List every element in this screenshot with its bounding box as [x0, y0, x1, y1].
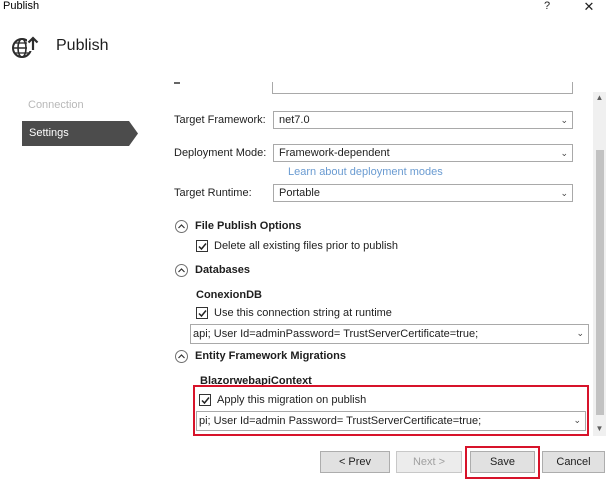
cancel-button[interactable]: Cancel: [542, 451, 605, 473]
apply-migration-label: Apply this migration on publish: [217, 394, 367, 406]
use-connection-string-label: Use this connection string at runtime: [214, 307, 392, 319]
target-framework-select[interactable]: net7.0 ⌄: [273, 111, 573, 129]
deployment-mode-select[interactable]: Framework-dependent ⌄: [273, 144, 573, 162]
learn-deployment-modes-link[interactable]: Learn about deployment modes: [288, 166, 443, 178]
chevron-up-icon: [178, 224, 185, 229]
delete-existing-files-label: Delete all existing files prior to publi…: [214, 240, 399, 252]
checkmark-icon: [198, 243, 207, 251]
save-button[interactable]: Save: [470, 451, 535, 473]
databases-title: Databases: [195, 264, 251, 276]
next-button[interactable]: Next >: [396, 451, 462, 473]
database-connection-string-combo[interactable]: api; User Id=adminPassword= TrustServerC…: [190, 324, 589, 344]
title-bar: [0, 0, 614, 18]
scroll-up-arrow-icon[interactable]: ▲: [594, 93, 605, 103]
target-framework-value: net7.0: [279, 114, 310, 126]
scroll-down-arrow-icon[interactable]: ▼: [594, 424, 605, 434]
database-connection-string-value: api; User Id=adminPassword= TrustServerC…: [193, 328, 479, 340]
header-title: Publish: [56, 37, 109, 54]
ef-migrations-title: Entity Framework Migrations: [195, 350, 346, 362]
chevron-up-icon: [178, 354, 185, 359]
prev-button[interactable]: < Prev: [320, 451, 390, 473]
use-connection-string-checkbox[interactable]: [196, 307, 208, 319]
target-runtime-select[interactable]: Portable ⌄: [273, 184, 573, 202]
target-runtime-value: Portable: [279, 187, 320, 199]
apply-migration-checkbox[interactable]: [199, 394, 211, 406]
close-button[interactable]: ✕: [582, 0, 596, 15]
ef-connection-string-combo[interactable]: pi; User Id=admin Password= TrustServerC…: [196, 411, 586, 431]
help-button[interactable]: ?: [541, 0, 553, 14]
chevron-down-icon: ⌄: [573, 415, 581, 425]
window-title: Publish: [3, 0, 40, 12]
file-publish-collapse-toggle[interactable]: [175, 220, 188, 233]
nav-item-connection[interactable]: Connection: [28, 99, 84, 111]
chevron-down-icon: ⌄: [576, 328, 584, 338]
databases-collapse-toggle[interactable]: [175, 264, 188, 277]
checkmark-icon: [201, 397, 210, 405]
deployment-mode-value: Framework-dependent: [279, 147, 390, 159]
scrolled-label-fragment: [174, 82, 180, 84]
file-publish-options-title: File Publish Options: [195, 220, 302, 232]
database-name: ConexionDB: [196, 289, 262, 301]
target-framework-label: Target Framework:: [174, 114, 266, 126]
publish-globe-icon: [10, 33, 40, 61]
chevron-up-icon: [178, 268, 185, 273]
ef-migrations-collapse-toggle[interactable]: [175, 350, 188, 363]
nav-item-settings[interactable]: Settings: [22, 121, 138, 146]
chevron-down-icon: ⌄: [560, 115, 568, 125]
db-context-name: BlazorwebapiContext: [200, 375, 312, 387]
scroll-thumb[interactable]: [596, 150, 604, 415]
checkmark-icon: [198, 310, 207, 318]
deployment-mode-label: Deployment Mode:: [174, 147, 267, 159]
ef-connection-string-value: pi; User Id=admin Password= TrustServerC…: [199, 415, 482, 427]
delete-existing-files-checkbox[interactable]: [196, 240, 208, 252]
target-runtime-label: Target Runtime:: [174, 187, 252, 199]
nav-item-settings-label: Settings: [29, 127, 69, 139]
chevron-down-icon: ⌄: [560, 188, 568, 198]
scrolled-field[interactable]: [272, 82, 573, 94]
chevron-down-icon: ⌄: [560, 148, 568, 158]
